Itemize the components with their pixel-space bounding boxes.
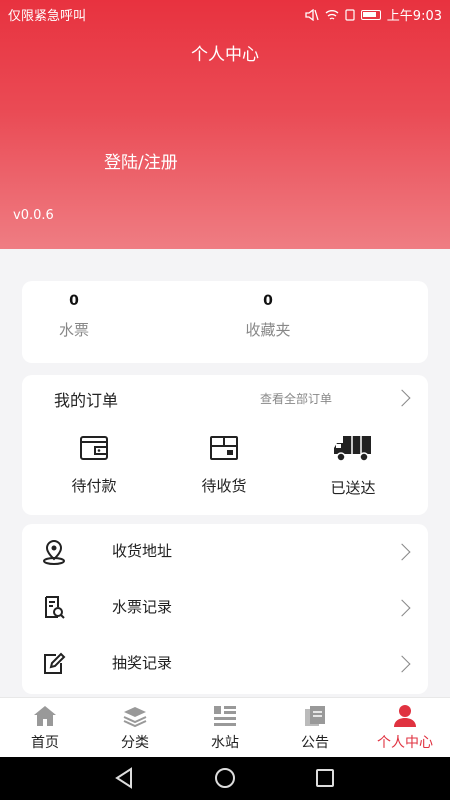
- order-label: 待收货: [201, 477, 247, 495]
- water-ticket-stat[interactable]: 0 水票: [44, 293, 104, 340]
- menu-label: 抽奖记录: [112, 654, 173, 672]
- tab-label: 水站: [211, 735, 239, 751]
- water-ticket-label: 水票: [58, 321, 89, 339]
- location-icon: [43, 539, 65, 565]
- tab-announcement[interactable]: 公告: [270, 698, 360, 758]
- home-icon: [34, 706, 56, 726]
- system-navigation-bar: [0, 757, 450, 800]
- profile-header: 仅限紧急呼叫 上午9:03 个人中心 登陆/注册 v0.0.6: [0, 0, 450, 249]
- favorites-count: 0: [263, 293, 273, 309]
- box-icon: [210, 436, 238, 460]
- menu-item-lottery-records[interactable]: 抽奖记录: [22, 636, 428, 692]
- back-icon[interactable]: [114, 767, 134, 789]
- menu-item-address[interactable]: 收货地址: [22, 524, 428, 580]
- mute-icon: [305, 8, 319, 21]
- tab-category[interactable]: 分类: [90, 698, 180, 758]
- user-icon: [394, 705, 416, 727]
- edit-icon: [44, 652, 66, 674]
- sim-icon: [345, 8, 355, 21]
- recents-icon[interactable]: [315, 767, 335, 789]
- battery-icon: [360, 9, 381, 20]
- layers-icon: [123, 707, 147, 728]
- chevron-right-icon[interactable]: [393, 389, 411, 407]
- menu-label: 水票记录: [112, 598, 173, 616]
- app-version: v0.0.6: [13, 208, 54, 223]
- orders-card: 我的订单 查看全部订单 待付款 待收货 已送达: [22, 375, 428, 515]
- tab-label: 首页: [31, 735, 59, 751]
- stats-card: 0 水票 0 收藏夹: [22, 281, 428, 363]
- bottom-tab-bar: 首页 分类 水站 公告 个人中心: [0, 697, 450, 757]
- view-all-orders-link[interactable]: 查看全部订单: [260, 390, 332, 407]
- order-pending-receipt[interactable]: 待收货: [179, 435, 269, 496]
- chevron-right-icon: [393, 655, 411, 673]
- wifi-icon: [325, 9, 339, 20]
- status-time: 上午9:03: [386, 9, 442, 24]
- favorites-stat[interactable]: 0 收藏夹: [236, 293, 300, 340]
- document-search-icon: [45, 596, 65, 619]
- status-carrier-text: 仅限紧急呼叫: [8, 9, 87, 24]
- clipboard-icon: [305, 706, 325, 726]
- tab-label: 公告: [301, 735, 329, 751]
- order-label: 已送达: [330, 479, 376, 497]
- tab-home[interactable]: 首页: [0, 698, 90, 758]
- truck-icon: [334, 436, 371, 462]
- chevron-right-icon: [393, 543, 411, 561]
- tab-label: 个人中心: [377, 735, 433, 751]
- status-bar: 仅限紧急呼叫 上午9:03: [0, 0, 450, 26]
- home-button-icon[interactable]: [213, 767, 237, 789]
- tab-profile[interactable]: 个人中心: [360, 698, 450, 758]
- tab-label: 分类: [121, 735, 149, 751]
- login-register-link[interactable]: 登陆/注册: [104, 148, 178, 173]
- order-label: 待付款: [71, 477, 117, 495]
- menu-card: 收货地址 水票记录 抽奖记录: [22, 524, 428, 694]
- my-orders-title: 我的订单: [54, 391, 119, 410]
- menu-item-water-ticket-records[interactable]: 水票记录: [22, 580, 428, 636]
- grid-icon: [214, 706, 236, 726]
- order-pending-payment[interactable]: 待付款: [49, 435, 139, 496]
- page-title: 个人中心: [191, 45, 259, 65]
- chevron-right-icon: [393, 599, 411, 617]
- menu-label: 收货地址: [112, 542, 173, 560]
- tab-water-station[interactable]: 水站: [180, 698, 270, 758]
- favorites-label: 收藏夹: [245, 321, 291, 339]
- order-delivered[interactable]: 已送达: [308, 435, 398, 498]
- water-ticket-count: 0: [69, 293, 79, 309]
- wallet-icon: [80, 436, 108, 460]
